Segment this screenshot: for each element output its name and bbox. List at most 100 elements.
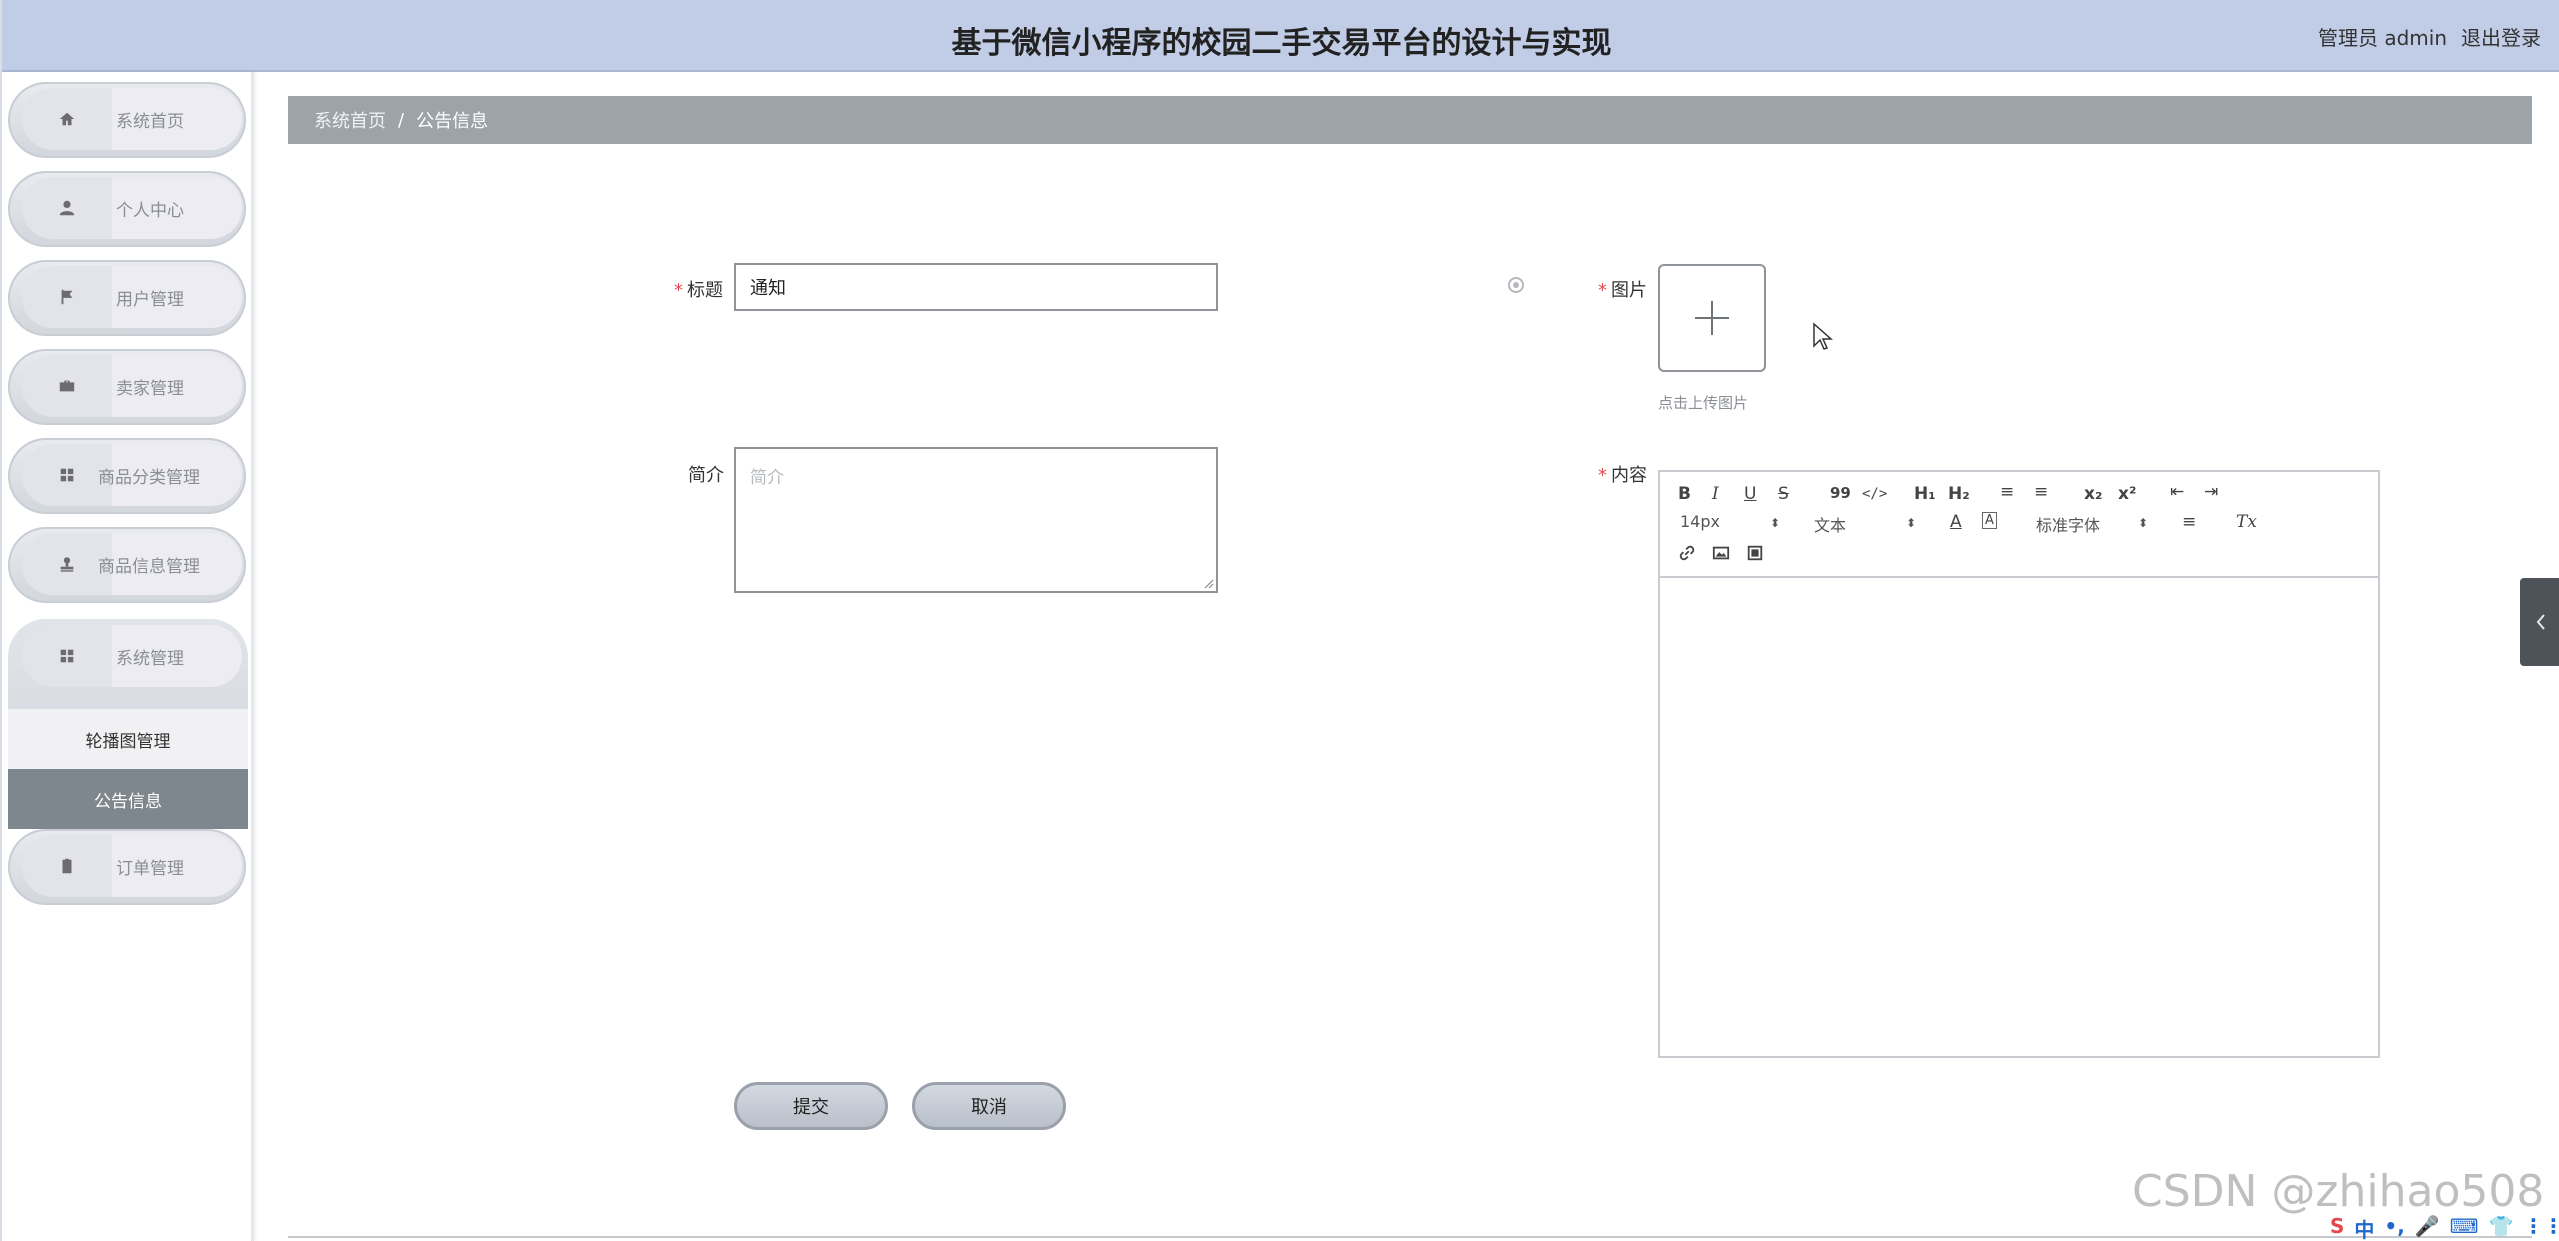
intro-placeholder: 简介 [750,468,784,488]
align-icon[interactable]: ≡ [2182,512,2196,532]
chevron-left-icon [2536,614,2545,630]
sidebar-item-label: 系统管理 [116,648,184,669]
title-label: * 标题 [674,276,723,302]
skin-icon[interactable]: 👕 [2489,1214,2514,1241]
page-title: 基于微信小程序的校园二手交易平台的设计与实现 [951,26,1612,61]
user-icon [22,177,112,239]
mouse-cursor-icon [1813,322,1833,350]
sidebar-item-categories[interactable]: 商品分类管理 [8,438,246,514]
intro-textarea[interactable]: 简介 [734,447,1218,593]
sidebar-item-label: 卖家管理 [116,378,184,399]
font-family-select[interactable]: 标准字体 [2036,512,2100,536]
font-size-select[interactable]: 14px [1680,512,1720,531]
breadcrumb-separator: / [398,109,405,131]
breadcrumb-current: 公告信息 [416,111,489,132]
sidebar-item-label: 用户管理 [116,289,184,310]
rich-text-editor: B I U S 99 </> H₁ H₂ ≡ ≡ x₂ x² ⇤ ⇥ 14px … [1658,470,2380,1058]
title-input-value: 通知 [750,278,786,299]
video-icon[interactable] [1746,544,1764,562]
sidebar-item-label: 商品信息管理 [98,556,200,577]
sidebar-item-label: 个人中心 [116,200,184,221]
breadcrumb: 系统首页 / 公告信息 [288,96,2532,144]
link-icon[interactable] [1678,544,1696,562]
editor-content-area[interactable] [1660,578,2378,1056]
sidebar-item-sellers[interactable]: 卖家管理 [8,349,246,425]
app-root: 基于微信小程序的校园二手交易平台的设计与实现 管理员 admin 退出登录 系统… [0,0,2559,1241]
bold-button[interactable]: B [1678,484,1691,504]
top-header: 基于微信小程序的校园二手交易平台的设计与实现 管理员 admin 退出登录 [2,0,2559,72]
sidebar-item-pill: 用户管理 [22,266,242,328]
h1-button[interactable]: H₁ [1914,484,1936,504]
sidebar-item-pill: 商品分类管理 [22,444,242,506]
font-family-arrow-icon: ⬍ [2138,516,2149,530]
code-block-button[interactable]: </> [1862,486,1887,502]
indent-button[interactable]: ⇥ [2204,482,2218,502]
required-mark: * [1598,465,1607,486]
content-label-text: 内容 [1611,465,1647,486]
subscript-button[interactable]: x₂ [2084,484,2102,504]
ime-menu-icon[interactable]: ⋮⋮ [2523,1214,2559,1241]
resize-handle-icon[interactable] [1202,577,1214,589]
microphone-icon[interactable]: 🎤 [2415,1214,2440,1241]
text-style-select[interactable]: 文本 [1814,512,1846,536]
submit-button[interactable]: 提交 [734,1082,888,1130]
title-input[interactable]: 通知 [734,263,1218,311]
required-mark: * [674,280,683,301]
italic-button[interactable]: I [1712,484,1719,504]
sidebar-item-products[interactable]: 商品信息管理 [8,527,246,603]
ime-language[interactable]: 中 [2354,1214,2374,1241]
ime-punctuation[interactable]: •, [2384,1214,2404,1241]
watermark: CSDN @zhihao508 [2132,1166,2545,1217]
sidebar-subitem-notices[interactable]: 公告信息 [8,769,248,829]
clear-format-button[interactable]: Tx [2236,512,2257,532]
sidebar-item-label: 商品分类管理 [98,467,200,488]
ordered-list-button[interactable]: ≡ [2000,482,2014,502]
flag-icon [22,266,112,328]
breadcrumb-home[interactable]: 系统首页 [314,107,386,133]
superscript-button[interactable]: x² [2118,484,2136,504]
sidebar-item-label: 系统首页 [116,111,184,132]
font-color-icon[interactable]: A [1950,512,1962,532]
cancel-button[interactable]: 取消 [912,1082,1066,1130]
sidebar-item-profile[interactable]: 个人中心 [8,171,246,247]
background-color-icon[interactable]: A [1982,512,1997,529]
clipboard-icon [22,835,112,897]
image-upload-button[interactable] [1658,264,1766,372]
upload-hint: 点击上传图片 [1658,394,1749,412]
font-size-arrow-icon: ⬍ [1770,516,1781,530]
sidebar-item-pill: 订单管理 [22,835,242,897]
plus-icon [1695,301,1729,335]
image-icon[interactable] [1712,544,1730,562]
sidebar-item-pill: 商品信息管理 [22,533,242,595]
sidebar: 系统首页 个人中心 用户管理 卖家管理 商品分类管理 商品信息管理 系统管理 轮… [2,72,254,1241]
outdent-button[interactable]: ⇤ [2170,482,2184,502]
logout-link[interactable]: 退出登录 [2461,22,2541,51]
text-style-arrow-icon: ⬍ [1906,516,1917,530]
briefcase-icon [22,355,112,417]
required-mark: * [1598,280,1607,301]
home-icon [22,88,112,150]
title-label-text: 标题 [687,280,723,301]
sidebar-item-pill: 个人中心 [22,177,242,239]
clear-icon[interactable] [1508,277,1524,293]
image-label: * 图片 [1598,276,1647,302]
sidebar-subitem-carousel[interactable]: 轮播图管理 [8,709,248,769]
sidebar-item-users[interactable]: 用户管理 [8,260,246,336]
user-area: 管理员 admin 退出登录 [2318,22,2541,51]
content-label: * 内容 [1598,461,1647,487]
sidebar-group-system: 系统管理 轮播图管理 公告信息 [8,619,248,829]
h2-button[interactable]: H₂ [1948,484,1970,504]
sidebar-item-pill: 卖家管理 [22,355,242,417]
sidebar-item-pill: 系统首页 [22,88,242,150]
sidebar-item-system[interactable]: 系统管理 [22,625,242,687]
bullet-list-button[interactable]: ≡ [2034,482,2048,502]
sidebar-item-orders[interactable]: 订单管理 [8,829,246,905]
keyboard-icon[interactable]: ⌨ [2450,1214,2479,1241]
ime-logo-icon[interactable]: S [2330,1214,2344,1241]
strike-button[interactable]: S [1778,484,1789,504]
underline-button[interactable]: U [1744,484,1756,504]
collapse-tab[interactable] [2520,578,2559,666]
quote-button[interactable]: 99 [1830,484,1851,502]
sidebar-item-home[interactable]: 系统首页 [8,82,246,158]
editor-toolbar: B I U S 99 </> H₁ H₂ ≡ ≡ x₂ x² ⇤ ⇥ 14px … [1660,472,2378,578]
